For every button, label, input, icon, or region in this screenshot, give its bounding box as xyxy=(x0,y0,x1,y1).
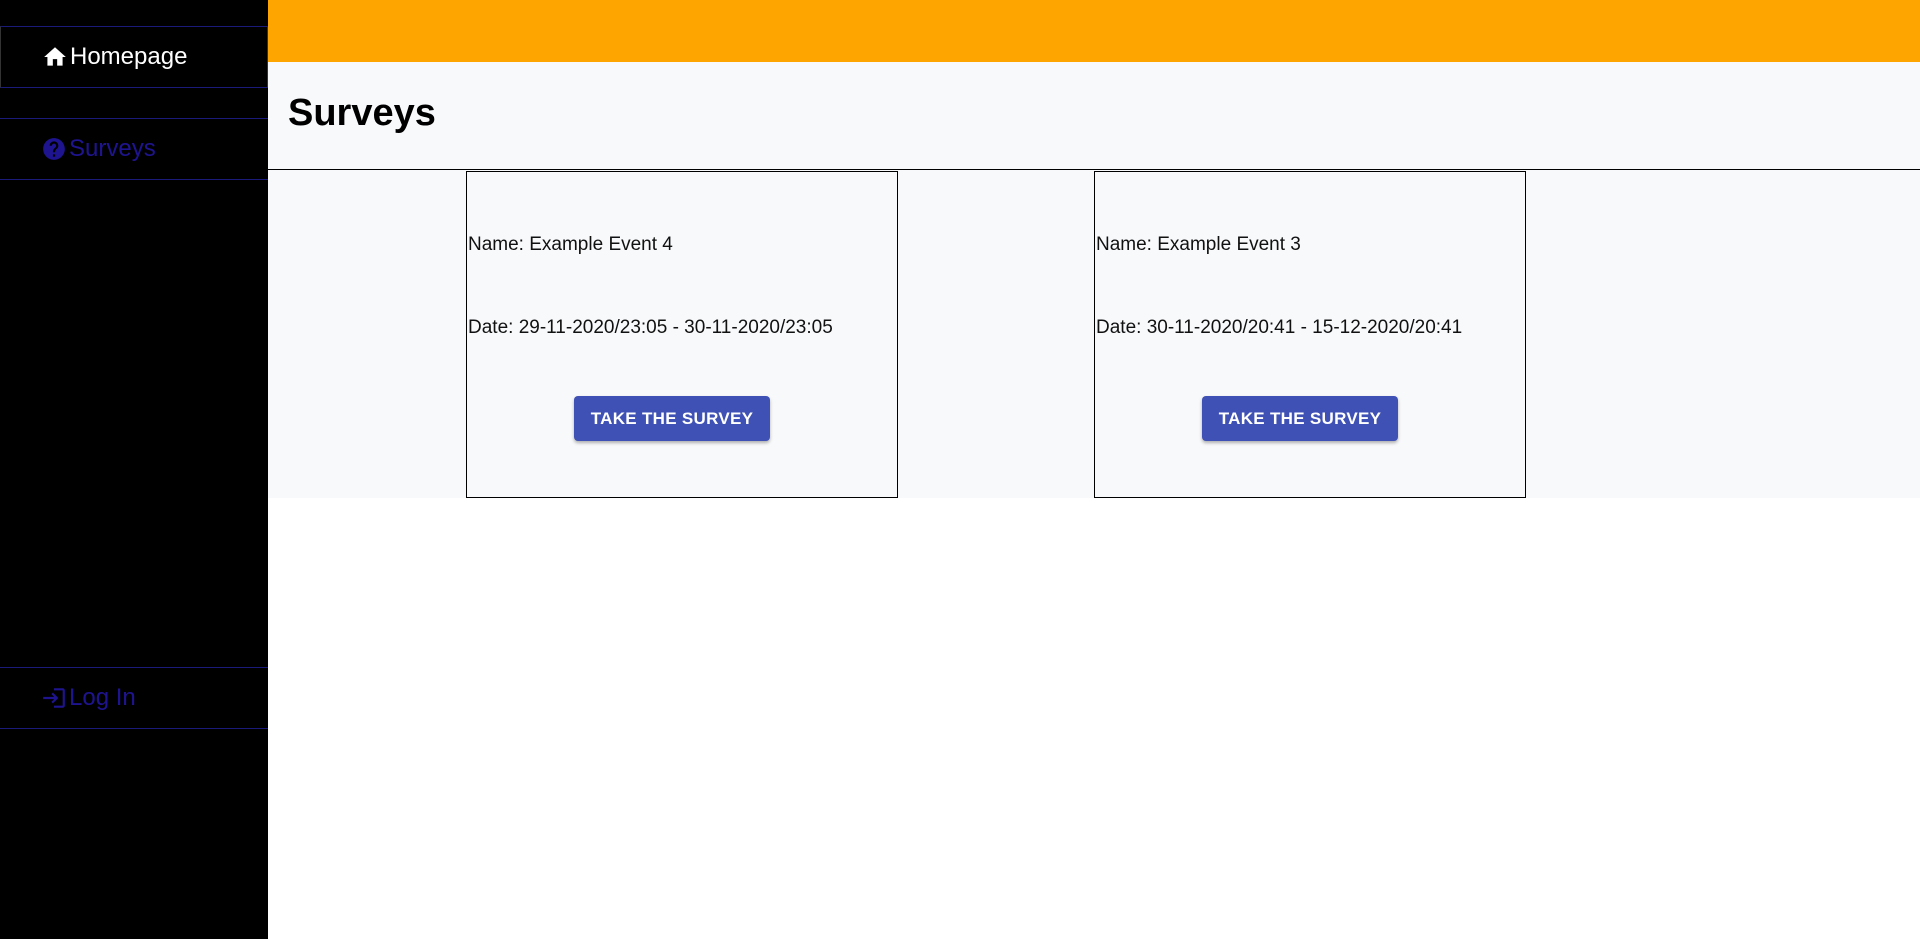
survey-card: Name: Example Event 3 Date: 30-11-2020/2… xyxy=(1094,171,1526,498)
page-header: Surveys xyxy=(268,62,1920,170)
sidebar-item-surveys[interactable]: Surveys xyxy=(0,118,268,180)
event-date: Date: 30-11-2020/20:41 - 15-12-2020/20:4… xyxy=(1096,317,1463,338)
page-title: Surveys xyxy=(288,92,436,134)
take-survey-button[interactable]: TAKE THE SURVEY xyxy=(574,396,770,441)
take-survey-button[interactable]: TAKE THE SURVEY xyxy=(1202,396,1398,441)
survey-card: Name: Example Event 4 Date: 29-11-2020/2… xyxy=(466,171,898,498)
sidebar-item-label: Surveys xyxy=(69,135,156,162)
help-circle-icon xyxy=(41,136,67,162)
event-date: Date: 29-11-2020/23:05 - 30-11-2020/23:0… xyxy=(468,317,833,338)
sidebar-item-homepage[interactable]: Homepage xyxy=(0,26,268,88)
home-icon xyxy=(42,44,68,70)
sidebar-item-label: Log In xyxy=(69,684,136,711)
sidebar: Homepage Surveys Log In xyxy=(0,0,268,939)
top-bar xyxy=(268,0,1920,62)
sidebar-item-label: Homepage xyxy=(70,43,188,70)
event-name: Name: Example Event 3 xyxy=(1096,234,1301,255)
event-name: Name: Example Event 4 xyxy=(468,234,673,255)
sidebar-item-login[interactable]: Log In xyxy=(0,667,268,729)
login-icon xyxy=(41,685,67,711)
